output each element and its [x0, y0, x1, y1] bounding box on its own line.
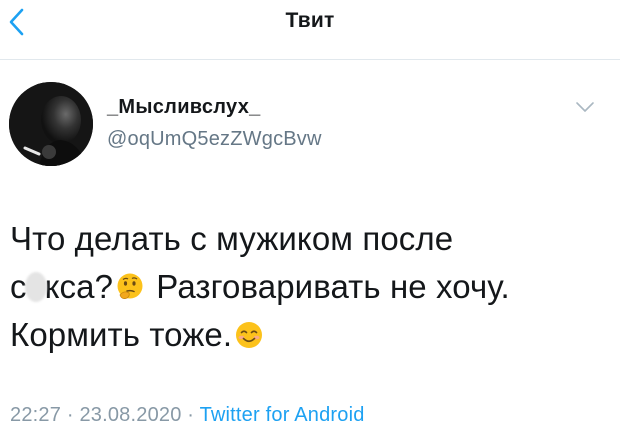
chevron-down-icon[interactable]	[574, 99, 596, 115]
author-handle[interactable]: @oqUmQ5ezZWgcBvw	[107, 128, 322, 151]
smiling-face-icon	[236, 322, 263, 348]
tweet-line-2: с кса? Разговаривать не хочу.	[10, 268, 510, 305]
thinking-face-icon	[117, 273, 143, 299]
tweet-line-3: Кормить тоже.	[10, 311, 610, 359]
author-display-name[interactable]: _Мысливслух_	[107, 96, 261, 119]
tweet-line-1: Что делать с мужиком после	[10, 220, 454, 257]
tweet-time: 22:27	[10, 404, 62, 426]
tweet-text: Что делать с мужиком после с кса? Разгова…	[10, 215, 610, 359]
censor-blur	[24, 272, 47, 302]
top-bar: Твит	[0, 0, 620, 60]
page-title: Твит	[285, 9, 335, 32]
tweet-date: 23.08.2020	[79, 404, 182, 426]
tweet-meta: 22:27 · 23.08.2020 · Twitter for Android	[10, 404, 365, 426]
avatar[interactable]	[9, 82, 93, 166]
tweet-source-link[interactable]: Twitter for Android	[200, 404, 365, 426]
